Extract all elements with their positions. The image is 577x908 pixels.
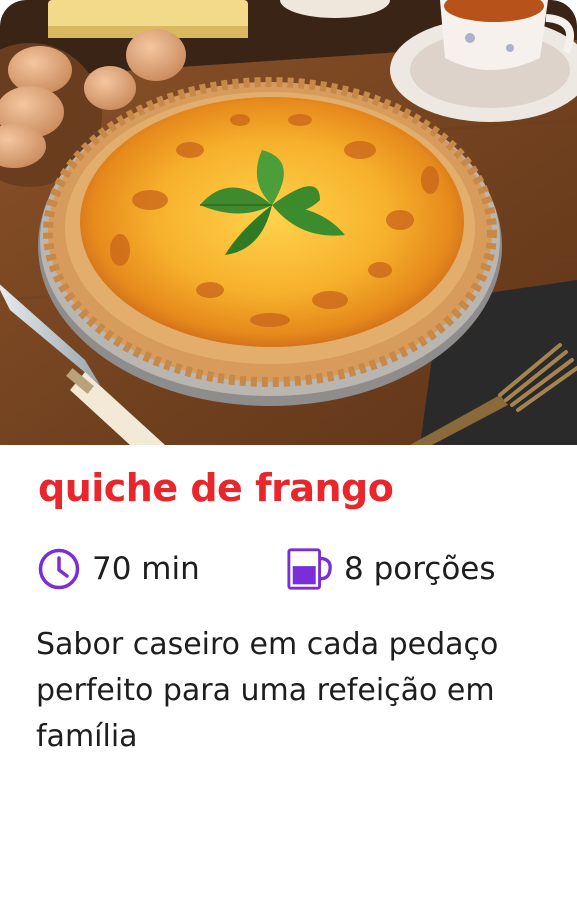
servings: 8 porções — [286, 546, 496, 592]
recipe-description: Sabor caseiro em cada pedaço perfeito pa… — [36, 627, 499, 754]
mug-icon — [286, 546, 332, 592]
clock-icon — [36, 546, 82, 592]
servings-value: 8 porções — [344, 551, 496, 587]
cook-time-value: 70 min — [92, 551, 200, 587]
recipe-photo — [0, 0, 577, 445]
recipe-card[interactable]: quiche de frango 70 min 8 porções Sabor … — [0, 0, 577, 908]
cook-time: 70 min — [36, 546, 200, 592]
recipe-title: quiche de frango — [38, 466, 394, 510]
